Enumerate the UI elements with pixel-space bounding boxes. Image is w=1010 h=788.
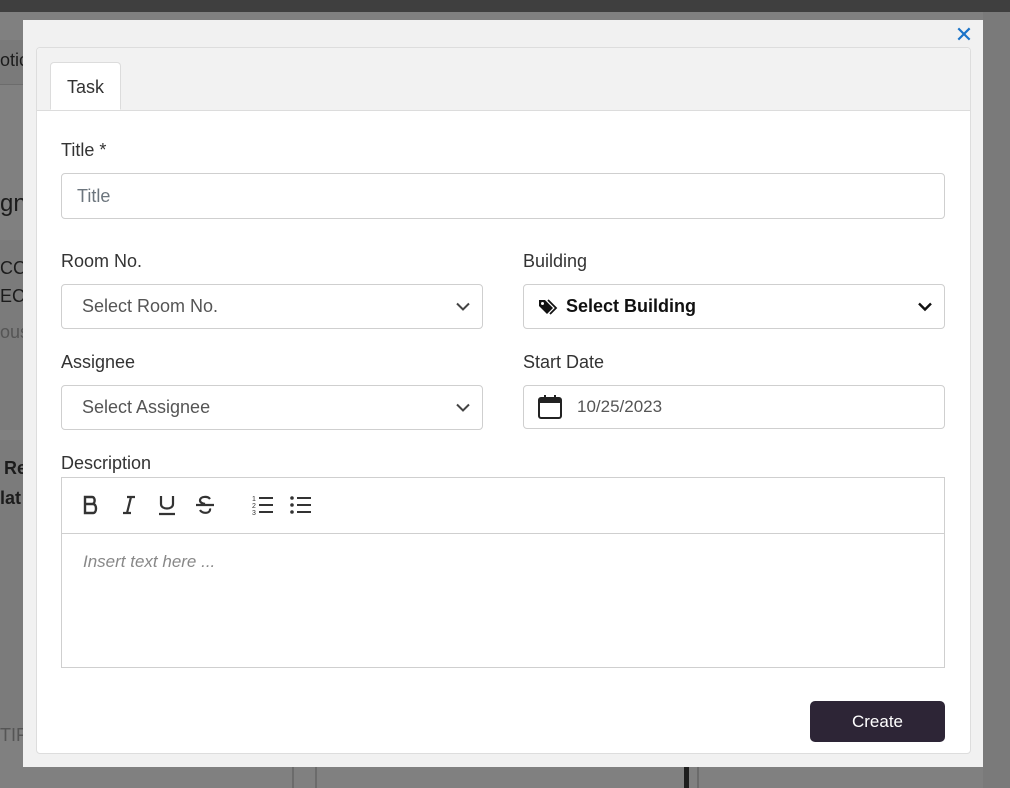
tab-task[interactable]: Task [50,62,121,110]
building-label: Building [523,251,588,271]
ordered-list-icon[interactable]: 1 2 3 [252,494,274,516]
chevron-down-icon [918,302,932,311]
tags-icon [539,298,558,315]
start-date-value: 10/25/2023 [577,397,663,416]
background-text: TIF [0,725,23,745]
background-divider [292,766,294,788]
background-text: ECT [0,286,23,306]
assignee-select[interactable]: Select Assignee [61,385,483,430]
underline-icon[interactable] [156,494,178,516]
svg-text:1: 1 [252,496,256,503]
chevron-down-icon [456,302,470,311]
modal-panel: Task Title * Title Room No. Select Room … [36,47,971,754]
svg-text:2: 2 [252,503,256,510]
description-label: Description [61,453,152,473]
title-input[interactable]: Title [61,173,945,219]
assignee-select-value: Select Assignee [82,397,211,417]
room-select[interactable]: Select Room No. [61,284,483,329]
room-select-value: Select Room No. [82,296,219,316]
editor-toolbar: 1 2 3 [62,478,944,534]
background-text: lat [0,488,22,508]
background-text: CC [0,258,23,278]
background-divider [697,766,699,788]
building-select-value: Select Building [566,296,697,316]
task-modal: ✕ Task Title * Title Room No. Select Roo… [23,20,983,767]
description-editor[interactable]: 1 2 3 Insert text here ... [61,477,945,668]
room-label: Room No. [61,251,143,271]
close-icon[interactable]: ✕ [953,24,975,46]
background-handle [684,766,689,788]
background-topbar [0,0,1010,12]
tab-bar: Task [37,48,970,111]
background-text: gn [0,190,23,217]
background-divider [315,766,317,788]
background-text: otic [0,50,23,70]
chevron-down-icon [456,403,470,412]
editor-placeholder: Insert text here ... [83,552,216,571]
start-date-input[interactable]: 10/25/2023 [523,385,945,429]
start-date-label: Start Date [523,352,605,372]
background-right [983,12,1010,788]
assignee-label: Assignee [61,352,136,372]
italic-icon[interactable] [118,494,140,516]
building-select[interactable]: Select Building [523,284,945,329]
title-placeholder: Title [77,185,111,206]
title-label: Title * [61,140,107,160]
calendar-icon[interactable] [537,394,563,420]
bold-icon[interactable] [80,494,102,516]
bullet-list-icon[interactable] [290,494,312,516]
background-text: ous [0,322,23,342]
strikethrough-icon[interactable] [194,494,216,516]
create-button[interactable]: Create [810,701,945,742]
background-text: Re [4,458,23,478]
svg-text:3: 3 [252,510,256,516]
